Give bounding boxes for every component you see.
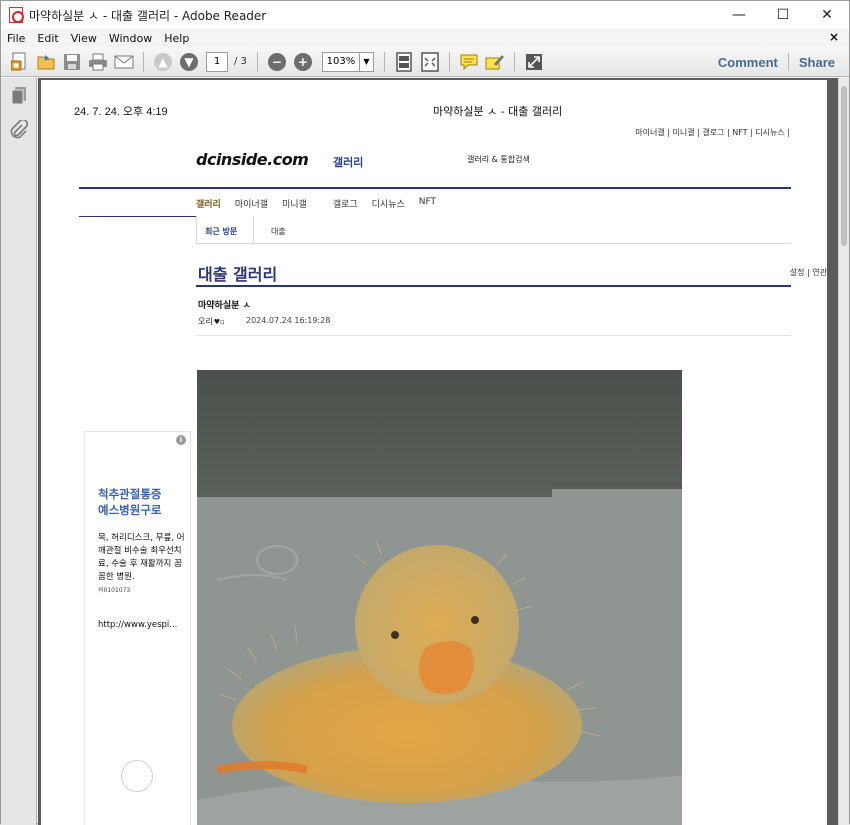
print-icon[interactable]: [87, 52, 109, 72]
header-divider: [79, 187, 791, 189]
window-title: 마약하실분 ㅅ - 대출 갤러리 - Adobe Reader: [29, 8, 267, 23]
ad-headline: 척추관절통증 예스병원구로: [98, 486, 184, 518]
logo-gallery-label: 갤러리: [333, 156, 364, 169]
chevron-down-icon[interactable]: ▼: [358, 52, 373, 71]
search-label: 갤러리 & 통합검색: [467, 155, 530, 164]
nav-item-gallog: 갤로그: [332, 200, 358, 210]
ad-circle-icon: [121, 760, 153, 792]
open-file-icon[interactable]: [35, 52, 57, 72]
ad-headline-line-1: 척추관절통증: [98, 487, 162, 501]
post-divider: [196, 335, 791, 336]
save-icon[interactable]: [61, 52, 83, 72]
vertical-scrollbar[interactable]: [838, 78, 849, 825]
main-nav: 갤러리 마이너갤 미니갤 갤로그 디시뉴스 NFT: [196, 197, 450, 210]
nav-item-dcnews: 디시뉴스: [371, 200, 405, 210]
nav-item-nft: NFT: [418, 197, 437, 207]
nav-item-gallery: 갤러리: [196, 200, 221, 210]
attachments-panel-icon[interactable]: [10, 118, 29, 140]
toolbar: ▲ ▼ 1 / 3 − + 103% ▼ Comment Share: [1, 47, 849, 77]
zoom-level-value: 103%: [326, 56, 356, 67]
sticky-note-icon[interactable]: [458, 52, 480, 72]
toolbar-separator: [448, 51, 450, 72]
fit-width-icon[interactable]: [419, 51, 441, 72]
toolbar-separator: [143, 51, 144, 72]
toolbar-separator: [787, 53, 789, 71]
expand-icon[interactable]: [523, 52, 545, 72]
ad-note: 의0101073: [98, 587, 131, 594]
title-bar: 마약하실분 ㅅ - 대출 갤러리 - Adobe Reader — ☐ ✕: [1, 1, 849, 29]
zoom-level-select[interactable]: 103% ▼: [321, 51, 374, 72]
document-view[interactable]: 24. 7. 24. 오후 4:19 마약하실분 ㅅ - 대출 갤러리 마이너갤…: [38, 78, 840, 825]
fit-page-icon[interactable]: [393, 51, 415, 72]
nav-item-minor-gallery: 마이너갤: [234, 200, 268, 210]
menu-window[interactable]: Window: [103, 32, 158, 45]
tab-loan-label: 대출: [271, 227, 286, 236]
menu-help[interactable]: Help: [158, 32, 195, 45]
side-advertisement: i 척추관절통증 예스병원구로 목, 허리디스크, 무릎, 어깨관절 비수술 최…: [84, 431, 191, 825]
pages-panel-icon[interactable]: [10, 86, 28, 106]
nav-item-mini-gallery: 미니갤: [281, 200, 307, 210]
gallery-divider: [196, 285, 791, 287]
ad-info-icon: i: [176, 435, 186, 445]
minimize-button[interactable]: —: [717, 1, 761, 29]
dcinside-logo: dcinside.com: [196, 150, 309, 169]
previous-page-icon[interactable]: ▲: [152, 52, 174, 72]
page-number-input[interactable]: 1: [206, 51, 228, 72]
post-date: 2024.07.24 16:19:28: [246, 316, 331, 325]
adobe-reader-icon: [9, 7, 24, 23]
close-document-button[interactable]: ×: [829, 30, 839, 44]
navigation-pane: [1, 78, 37, 825]
toolbar-right-actions: Comment Share: [718, 47, 835, 77]
toolbar-separator: [256, 51, 258, 72]
print-title: 마약하실분 ㅅ - 대출 갤러리: [433, 105, 563, 118]
menu-file[interactable]: File: [1, 32, 31, 45]
email-icon[interactable]: [113, 52, 135, 72]
post-title: 마약하실분 ㅅ: [198, 301, 251, 311]
maximize-button[interactable]: ☐: [761, 1, 805, 29]
adobe-reader-window: 마약하실분 ㅅ - 대출 갤러리 - Adobe Reader — ☐ ✕ Fi…: [0, 0, 850, 825]
scrollbar-thumb[interactable]: [841, 86, 847, 246]
highlight-text-icon[interactable]: [484, 52, 506, 72]
sub-nav: 최근 방문 대출: [196, 216, 791, 244]
share-button[interactable]: Share: [799, 55, 835, 70]
pdf-page: 24. 7. 24. 오후 4:19 마약하실분 ㅅ - 대출 갤러리 마이너갤…: [41, 80, 827, 825]
toolbar-separator: [383, 51, 385, 72]
ad-url: http://www.yespi...: [98, 620, 178, 630]
post-author: 오리♥▫: [198, 316, 225, 327]
author-badge-icon: ♥▫: [213, 318, 225, 326]
print-date: 24. 7. 24. 오후 4:19: [74, 106, 168, 118]
gallery-links: 설정 | 연관: [789, 268, 827, 277]
top-links: 마이너갤 | 미니갤 | 갤로그 | NFT | 디시뉴스 |: [635, 128, 790, 137]
next-page-icon[interactable]: ▼: [178, 52, 200, 72]
comment-button[interactable]: Comment: [718, 55, 778, 70]
window-controls: — ☐ ✕: [717, 1, 849, 29]
zoom-in-icon[interactable]: +: [292, 52, 314, 72]
close-button[interactable]: ✕: [805, 1, 849, 29]
gallery-title: 대출 갤러리: [198, 265, 278, 284]
menu-bar: File Edit View Window Help ×: [1, 29, 849, 47]
ad-body: 목, 허리디스크, 무릎, 어깨관절 비수술 최우선치료, 수술 후 재활까지 …: [98, 533, 185, 582]
post-image-duck: [197, 370, 682, 825]
tab-recent-visit-label: 최근 방문: [205, 227, 238, 236]
left-divider: [79, 216, 196, 217]
menu-view[interactable]: View: [65, 32, 103, 45]
menu-edit[interactable]: Edit: [31, 32, 64, 45]
post-author-name: 오리: [198, 317, 213, 326]
page-total: / 3: [234, 56, 247, 67]
create-pdf-icon[interactable]: [9, 52, 31, 72]
zoom-out-icon[interactable]: −: [266, 52, 288, 72]
toolbar-separator: [513, 51, 515, 72]
ad-headline-line-2: 예스병원구로: [98, 503, 162, 517]
